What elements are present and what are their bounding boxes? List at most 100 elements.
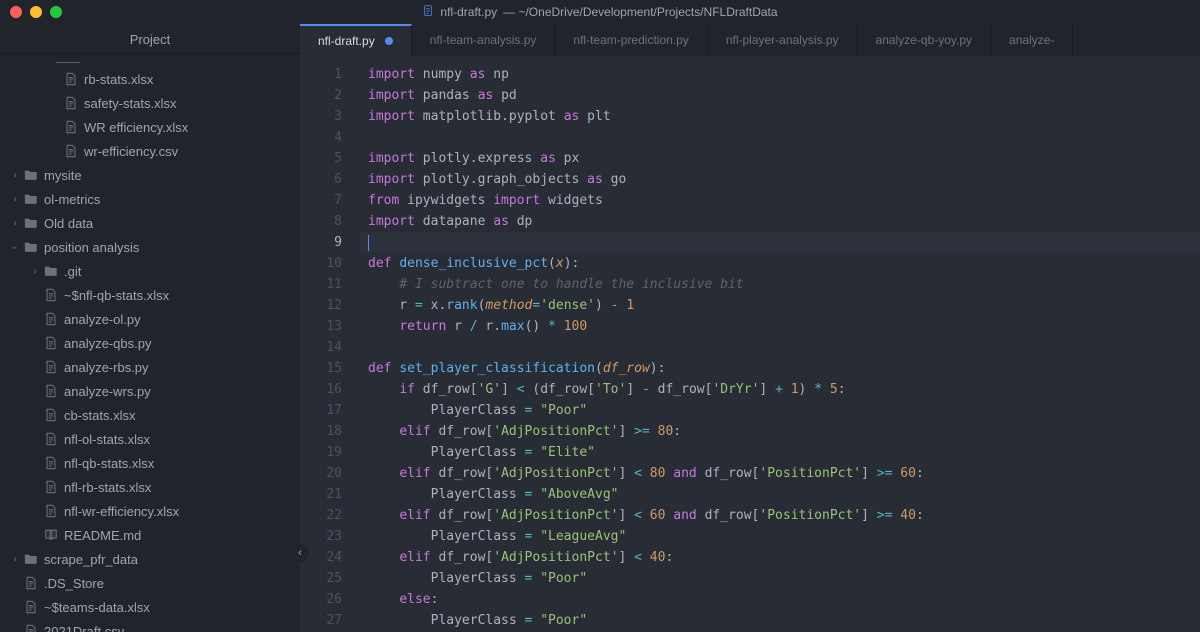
code-line[interactable]: PlayerClass = "LeagueAvg" (360, 526, 1200, 547)
tree-item-label: .git (64, 264, 81, 279)
file-item[interactable]: ~$teams-data.xlsx (0, 595, 300, 619)
editor-tab[interactable]: analyze-qb-yoy.py (858, 24, 992, 56)
line-number: 20 (300, 463, 360, 484)
line-number: 22 (300, 505, 360, 526)
doc-icon (42, 336, 60, 350)
tree-item-label: cb-stats.xlsx (64, 408, 136, 423)
text-cursor (368, 235, 369, 251)
code-line[interactable]: # I subtract one to handle the inclusive… (360, 274, 1200, 295)
chevron-icon[interactable]: › (8, 170, 22, 181)
line-number: 12 (300, 295, 360, 316)
doc-icon (42, 312, 60, 326)
code-line[interactable]: import numpy as np (360, 64, 1200, 85)
folder-item[interactable]: ›ol-metrics (0, 187, 300, 211)
doc-icon (22, 600, 40, 614)
code-line[interactable]: import plotly.graph_objects as go (360, 169, 1200, 190)
code-line[interactable]: PlayerClass = "Poor" (360, 400, 1200, 421)
file-tree[interactable]: rb-stats.xlsx safety-stats.xlsx WR efficie… (0, 54, 300, 632)
folder-item[interactable]: › .git (0, 259, 300, 283)
code-line[interactable]: PlayerClass = "Elite" (360, 442, 1200, 463)
file-item[interactable]: rb-stats.xlsx (0, 67, 300, 91)
minimize-icon[interactable] (30, 6, 42, 18)
code-line[interactable]: from ipywidgets import widgets (360, 190, 1200, 211)
code-line[interactable]: PlayerClass = "AboveAvg" (360, 484, 1200, 505)
code-line[interactable]: def dense_inclusive_pct(x): (360, 253, 1200, 274)
code-line[interactable]: else: (360, 589, 1200, 610)
file-item[interactable]: WR efficiency.xlsx (0, 115, 300, 139)
editor-tab[interactable]: analyze- (991, 24, 1073, 56)
line-number: 27 (300, 610, 360, 631)
file-item[interactable]: analyze-qbs.py (0, 331, 300, 355)
editor-tab[interactable]: nfl-draft.py (300, 24, 412, 56)
line-number: 21 (300, 484, 360, 505)
code-line[interactable]: elif df_row['AdjPositionPct'] < 60 and d… (360, 505, 1200, 526)
file-item[interactable]: analyze-rbs.py (0, 355, 300, 379)
code-line[interactable]: PlayerClass = "Poor" (360, 610, 1200, 631)
code-line[interactable]: import pandas as pd (360, 85, 1200, 106)
folder-item[interactable]: ›Old data (0, 211, 300, 235)
code-line[interactable]: elif df_row['AdjPositionPct'] >= 80: (360, 421, 1200, 442)
code-line[interactable]: r = x.rank(method='dense') - 1 (360, 295, 1200, 316)
doc-icon (42, 456, 60, 470)
code-line[interactable] (360, 337, 1200, 358)
code-line[interactable]: import datapane as dp (360, 211, 1200, 232)
file-item[interactable]: wr-efficiency.csv (0, 139, 300, 163)
file-item[interactable]: ~$nfl-qb-stats.xlsx (0, 283, 300, 307)
doc-icon (42, 504, 60, 518)
code-line[interactable]: import plotly.express as px (360, 148, 1200, 169)
code-content[interactable]: import numpy as npimport pandas as pdimp… (360, 56, 1200, 632)
tree-item-label: wr-efficiency.csv (84, 144, 178, 159)
tree-item-label: ~$teams-data.xlsx (44, 600, 150, 615)
folder-item[interactable]: ›scrape_pfr_data (0, 547, 300, 571)
folder-item[interactable]: › mysite (0, 163, 300, 187)
folder-item[interactable]: ›position analysis (0, 235, 300, 259)
chevron-icon[interactable]: › (8, 554, 22, 565)
chevron-icon[interactable]: › (8, 242, 22, 253)
window-controls (10, 6, 62, 18)
window-title: nfl-draft.py — ~/OneDrive/Development/Pr… (422, 5, 777, 20)
code-editor[interactable]: 1234567891011121314151617181920212223242… (300, 56, 1200, 632)
file-item[interactable]: cb-stats.xlsx (0, 403, 300, 427)
code-line[interactable]: def set_player_classification(df_row): (360, 358, 1200, 379)
doc-icon (62, 144, 80, 158)
close-icon[interactable] (10, 6, 22, 18)
tab-label: analyze- (1009, 33, 1054, 47)
code-line[interactable]: return r / r.max() * 100 (360, 316, 1200, 337)
line-number: 7 (300, 190, 360, 211)
file-item[interactable]: analyze-wrs.py (0, 379, 300, 403)
editor-tab[interactable]: nfl-team-prediction.py (555, 24, 707, 56)
tab-label: nfl-player-analysis.py (726, 33, 839, 47)
editor-tab[interactable]: nfl-player-analysis.py (708, 24, 858, 56)
code-line[interactable]: elif df_row['AdjPositionPct'] < 80 and d… (360, 463, 1200, 484)
line-number: 2 (300, 85, 360, 106)
collapse-sidebar-button[interactable]: ‹ (291, 544, 309, 562)
file-item[interactable]: nfl-qb-stats.xlsx (0, 451, 300, 475)
line-number: 11 (300, 274, 360, 295)
code-line[interactable]: PlayerClass = "Poor" (360, 568, 1200, 589)
file-item[interactable]: .DS_Store (0, 571, 300, 595)
tree-item-label: rb-stats.xlsx (84, 72, 153, 87)
chevron-icon[interactable]: › (28, 266, 42, 277)
code-line[interactable]: elif df_row['AdjPositionPct'] < 40: (360, 547, 1200, 568)
file-item[interactable]: 2021Draft.csv (0, 619, 300, 632)
file-item[interactable]: nfl-ol-stats.xlsx (0, 427, 300, 451)
tree-item-label: nfl-ol-stats.xlsx (64, 432, 150, 447)
tree-item-label: safety-stats.xlsx (84, 96, 176, 111)
tree-item-label: mysite (44, 168, 82, 183)
chevron-icon[interactable]: › (8, 194, 22, 205)
code-line[interactable] (360, 127, 1200, 148)
maximize-icon[interactable] (50, 6, 62, 18)
tree-item-label: analyze-wrs.py (64, 384, 151, 399)
file-item[interactable]: safety-stats.xlsx (0, 91, 300, 115)
file-item[interactable]: README.md (0, 523, 300, 547)
file-item[interactable]: analyze-ol.py (0, 307, 300, 331)
file-item[interactable]: nfl-wr-efficiency.xlsx (0, 499, 300, 523)
code-line[interactable]: if df_row['G'] < (df_row['To'] - df_row[… (360, 379, 1200, 400)
doc-icon (42, 480, 60, 494)
file-item[interactable]: nfl-rb-stats.xlsx (0, 475, 300, 499)
code-line[interactable]: import matplotlib.pyplot as plt (360, 106, 1200, 127)
editor-tab[interactable]: nfl-team-analysis.py (412, 24, 556, 56)
folder-icon (22, 168, 40, 182)
code-line[interactable] (360, 232, 1200, 253)
chevron-icon[interactable]: › (8, 218, 22, 229)
